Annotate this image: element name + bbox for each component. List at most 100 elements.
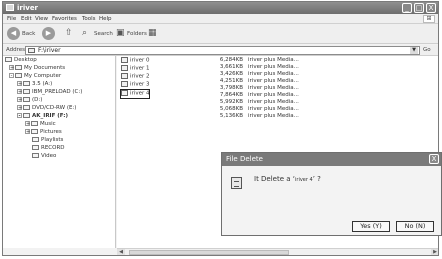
tree-item-video[interactable]: Video — [32, 153, 56, 161]
windows-logo-icon: ⊞ — [423, 15, 435, 23]
file-item[interactable]: iriver 0 — [121, 57, 149, 65]
tree-item-c-drive[interactable]: + IBM_PRELOAD (C:) — [17, 89, 82, 97]
toolbar: ◀ Back ▶ ⇧ ⌕ Search ▣ Folders ▦ — [3, 24, 438, 44]
chevron-down-icon[interactable]: ▼ — [410, 47, 418, 54]
tree-item-pictures[interactable]: + Pictures — [25, 129, 62, 137]
expand-icon[interactable]: + — [25, 129, 30, 135]
menu-help[interactable]: Help — [99, 16, 112, 22]
expand-icon[interactable]: + — [17, 97, 22, 103]
file-type: iriver plus Media... — [248, 113, 299, 119]
close-button[interactable]: X — [426, 3, 436, 13]
search-icon[interactable]: ⌕ — [82, 28, 87, 38]
media-file-icon — [121, 65, 128, 71]
scrollbar-thumb[interactable] — [129, 250, 289, 255]
tree-item-floppy[interactable]: +3.5 (A:) — [17, 81, 52, 89]
file-type: iriver plus Media... — [248, 64, 299, 70]
views-icon[interactable]: ▦ — [148, 28, 157, 38]
removable-drive-icon — [23, 113, 30, 118]
address-bar: Address F:\iriver ▼ Go — [3, 45, 438, 56]
file-type: iriver plus Media... — [248, 57, 299, 63]
tree-item-f-drive[interactable]: - AK_IRIF (F:) — [17, 113, 68, 121]
tree-item-music[interactable]: + Music — [25, 121, 56, 129]
expand-icon[interactable]: + — [17, 81, 22, 87]
file-type: iriver plus Media... — [248, 85, 299, 91]
file-size: 3,661KB — [219, 64, 243, 70]
menu-bar: File Edit View Favorites Tools Help ⊞ — [3, 14, 438, 24]
back-arrow-icon[interactable]: ◀ — [7, 27, 20, 40]
folder-icon — [32, 145, 39, 150]
file-item[interactable]: iriver 2 — [121, 73, 149, 81]
folder-icon — [32, 153, 39, 158]
menu-tools[interactable]: Tools — [82, 16, 96, 22]
up-folder-icon[interactable]: ⇧ — [65, 28, 73, 38]
tree-item-d-drive[interactable]: + (D:) — [17, 97, 42, 105]
file-item[interactable]: iriver 3 — [121, 81, 149, 89]
dialog-title-bar: File Delete X — [222, 153, 441, 166]
expand-icon[interactable]: + — [17, 89, 22, 95]
media-file-icon — [121, 73, 128, 79]
scroll-left-icon[interactable]: ◀ — [117, 249, 125, 255]
tree-item-my-documents[interactable]: + My Documents — [9, 65, 65, 73]
dialog-title: File Delete — [226, 155, 263, 163]
folder-icon — [6, 4, 14, 11]
address-field[interactable]: F:\iriver ▼ — [25, 46, 420, 55]
menu-file[interactable]: File — [7, 16, 16, 22]
media-file-icon — [121, 81, 128, 87]
folder-icon — [32, 137, 39, 142]
expand-icon[interactable]: + — [25, 121, 30, 127]
folder-icon — [15, 65, 22, 70]
file-type: iriver plus Media... — [248, 99, 299, 105]
dialog-close-button[interactable]: X — [429, 154, 439, 164]
file-size: 4,251KB — [219, 78, 243, 84]
folder-icon — [28, 48, 35, 53]
delete-file-icon — [231, 177, 242, 189]
expand-icon[interactable]: + — [17, 105, 22, 111]
folders-icon[interactable]: ▣ — [116, 28, 125, 38]
file-type: iriver plus Media... — [248, 78, 299, 84]
search-button[interactable]: Search — [94, 31, 113, 37]
folders-button[interactable]: Folders — [127, 31, 147, 37]
file-item[interactable]: iriver 1 — [121, 65, 149, 73]
message-prefix: It Delete a ‘ — [254, 175, 295, 183]
hard-drive-icon — [23, 97, 30, 102]
file-size: 3,798KB — [219, 85, 243, 91]
file-size: 5,068KB — [219, 106, 243, 112]
floppy-drive-icon — [23, 81, 30, 86]
minimize-button[interactable]: _ — [402, 3, 412, 13]
file-size: 3,426KB — [219, 71, 243, 77]
menu-view[interactable]: View — [35, 16, 48, 22]
selection-outline — [120, 89, 150, 99]
folder-icon — [31, 129, 38, 134]
back-label[interactable]: Back — [22, 31, 35, 37]
file-size: 5,992KB — [219, 99, 243, 105]
maximize-button[interactable]: □ — [414, 3, 424, 13]
dialog-message: It Delete a ‘iriver 4’ ? — [254, 175, 321, 183]
file-size: 5,136KB — [219, 113, 243, 119]
scroll-right-icon[interactable]: ▶ — [431, 249, 438, 255]
window-title: iriver — [17, 4, 39, 12]
yes-button[interactable]: Yes (Y) — [352, 221, 390, 232]
address-value[interactable]: F:\iriver — [38, 47, 61, 54]
collapse-icon[interactable]: - — [9, 73, 14, 79]
file-type: iriver plus Media... — [248, 92, 299, 98]
horizontal-scrollbar[interactable]: ◀ ▶ — [117, 248, 438, 255]
tree-item-e-drive[interactable]: + DVD/CD-RW (E:) — [17, 105, 76, 113]
no-button[interactable]: No (N) — [396, 221, 434, 232]
folder-tree: Desktop + My Documents - My Computer +3.5 … — [3, 56, 116, 248]
cd-drive-icon — [23, 105, 30, 110]
forward-arrow-icon[interactable]: ▶ — [42, 27, 55, 40]
file-type: iriver plus Media... — [248, 106, 299, 112]
collapse-icon[interactable]: - — [17, 113, 22, 119]
expand-icon[interactable]: + — [9, 65, 14, 71]
menu-favorites[interactable]: Favorites — [52, 16, 77, 22]
file-type: iriver plus Media... — [248, 71, 299, 77]
file-delete-dialog: File Delete X It Delete a ‘iriver 4’ ? Y… — [221, 152, 442, 236]
menu-edit[interactable]: Edit — [21, 16, 32, 22]
message-filename: iriver 4 — [295, 177, 313, 183]
tree-item-desktop[interactable]: Desktop — [5, 57, 37, 65]
go-button[interactable]: Go — [423, 47, 431, 53]
tree-item-playlists[interactable]: Playlists — [32, 137, 63, 145]
tree-item-record[interactable]: RECORD — [32, 145, 65, 153]
tree-item-my-computer[interactable]: - My Computer — [9, 73, 61, 81]
file-size: 7,864KB — [219, 92, 243, 98]
